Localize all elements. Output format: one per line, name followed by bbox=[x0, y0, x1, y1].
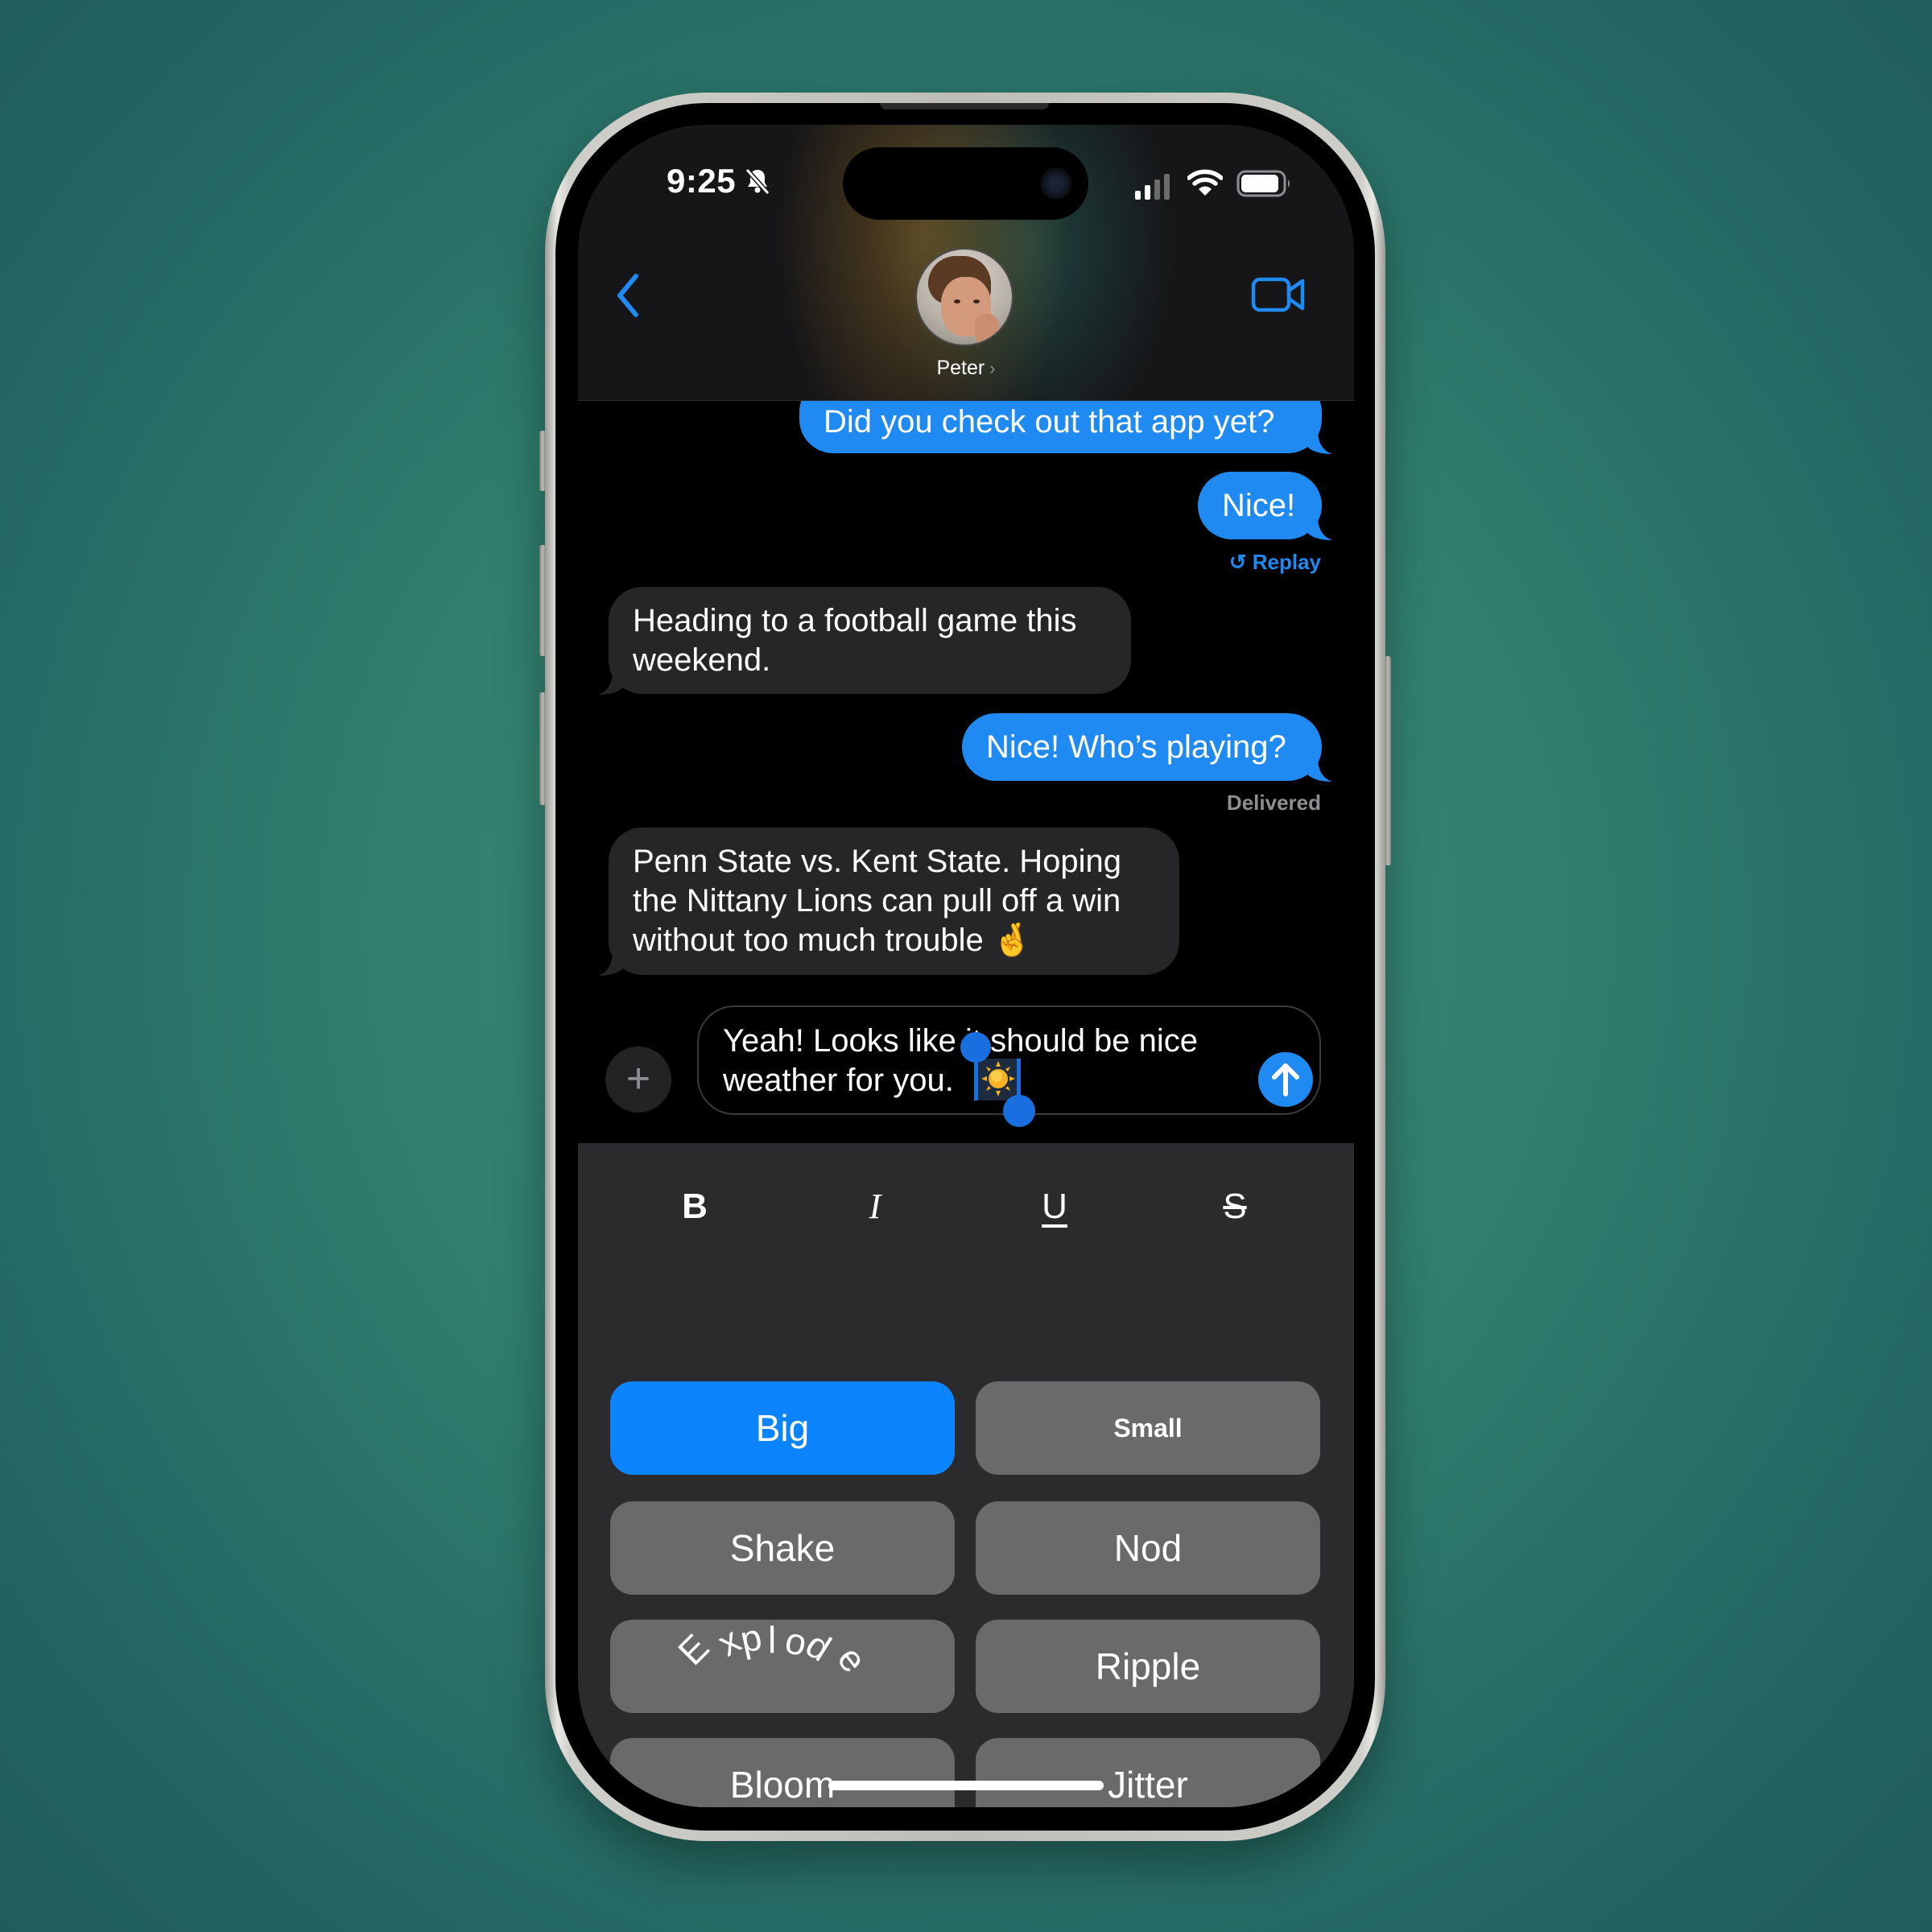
effect-label: Nod bbox=[1113, 1527, 1183, 1569]
status-time: 9:25 bbox=[667, 162, 737, 200]
strikethrough-button[interactable]: S bbox=[1199, 1179, 1271, 1235]
underline-button[interactable]: U bbox=[1018, 1179, 1091, 1235]
bold-button[interactable]: B bbox=[658, 1179, 731, 1235]
message-bubble-received[interactable]: Heading to a football game this weekend. bbox=[598, 587, 1131, 695]
effect-shake-button[interactable]: Shake bbox=[610, 1501, 955, 1595]
effect-label: Bloom bbox=[729, 1764, 836, 1806]
dynamic-island bbox=[843, 147, 1088, 220]
effect-big-button[interactable]: Big bbox=[610, 1381, 955, 1475]
effect-explode-button[interactable]: Explode Explode bbox=[610, 1620, 955, 1713]
bubble-tail bbox=[598, 671, 622, 695]
front-camera bbox=[1040, 167, 1072, 200]
message-text: Nice! bbox=[1222, 487, 1296, 523]
replay-icon: ↺ bbox=[1228, 550, 1247, 574]
speaker-grill bbox=[880, 103, 1049, 109]
phone-screen: 9:25 Peter › Did you check out that app … bbox=[578, 125, 1354, 1807]
explode-letter: e bbox=[829, 1637, 876, 1681]
cellular-signal-icon bbox=[1135, 174, 1170, 200]
bubble-tail bbox=[1308, 430, 1332, 454]
effect-small-button[interactable]: Small bbox=[976, 1381, 1320, 1475]
effect-label: Big bbox=[755, 1407, 810, 1449]
bubble-tail bbox=[598, 952, 622, 976]
bell-slash-icon bbox=[745, 167, 770, 196]
video-camera-icon bbox=[1251, 277, 1305, 312]
effect-label: Small bbox=[1113, 1414, 1183, 1443]
message-text: Penn State vs. Kent State. Hoping the Ni… bbox=[633, 844, 1122, 958]
message-bubble-sent[interactable]: Nice! bbox=[1198, 472, 1332, 540]
replay-effect-button[interactable]: ↺ Replay bbox=[1229, 550, 1321, 575]
chevron-right-icon: › bbox=[989, 358, 996, 378]
selection-start-handle[interactable] bbox=[960, 1032, 991, 1063]
facetime-video-button[interactable] bbox=[1251, 275, 1307, 315]
wifi-icon bbox=[1187, 169, 1223, 196]
replay-label: Replay bbox=[1252, 550, 1321, 574]
message-text: Nice! Who’s playing? bbox=[986, 729, 1286, 765]
selection-end-handle[interactable] bbox=[1003, 1095, 1035, 1127]
explode-letter: l bbox=[768, 1620, 777, 1661]
sun-emoji-icon bbox=[981, 1061, 1015, 1096]
effect-label: Shake bbox=[729, 1527, 836, 1569]
effect-bloom-button[interactable]: Bloom bbox=[610, 1738, 955, 1807]
conversation-header: 9:25 Peter › bbox=[578, 125, 1354, 401]
contact-avatar[interactable] bbox=[915, 248, 1013, 346]
contact-name-button[interactable]: Peter › bbox=[578, 357, 1354, 380]
italic-button[interactable]: I bbox=[839, 1179, 911, 1235]
message-bubble-sent[interactable]: Nice! Who’s playing? bbox=[962, 713, 1332, 782]
message-text: Did you check out that app yet? bbox=[824, 404, 1275, 440]
power-button[interactable] bbox=[1385, 656, 1391, 865]
bubble-tail bbox=[1308, 516, 1332, 540]
effect-ripple-button[interactable]: Ripple bbox=[976, 1620, 1320, 1713]
message-bubble-received[interactable]: Penn State vs. Kent State. Hoping the Ni… bbox=[598, 828, 1179, 976]
battery-icon bbox=[1236, 170, 1290, 197]
arrow-up-icon bbox=[1272, 1063, 1299, 1096]
back-button[interactable] bbox=[610, 271, 650, 320]
send-button[interactable] bbox=[1258, 1052, 1313, 1107]
message-text: Heading to a football game this weekend. bbox=[633, 602, 1077, 678]
home-indicator[interactable] bbox=[828, 1781, 1104, 1790]
effect-label: Jitter bbox=[1108, 1764, 1188, 1806]
effect-jitter-button[interactable]: Jitter bbox=[976, 1738, 1320, 1807]
effect-label: Ripple bbox=[1095, 1645, 1201, 1687]
bubble-tail bbox=[1308, 758, 1332, 782]
contact-name: Peter bbox=[936, 357, 985, 379]
chevron-left-icon bbox=[617, 274, 638, 317]
plus-icon: + bbox=[625, 1055, 651, 1102]
effect-nod-button[interactable]: Nod bbox=[976, 1501, 1320, 1595]
explode-letter: E bbox=[670, 1625, 717, 1674]
add-attachment-button[interactable]: + bbox=[605, 1046, 671, 1113]
delivered-status: Delivered bbox=[1226, 791, 1321, 815]
text-effects-panel: B I U S Big Small Shake Nod Explode Expl… bbox=[578, 1143, 1354, 1807]
